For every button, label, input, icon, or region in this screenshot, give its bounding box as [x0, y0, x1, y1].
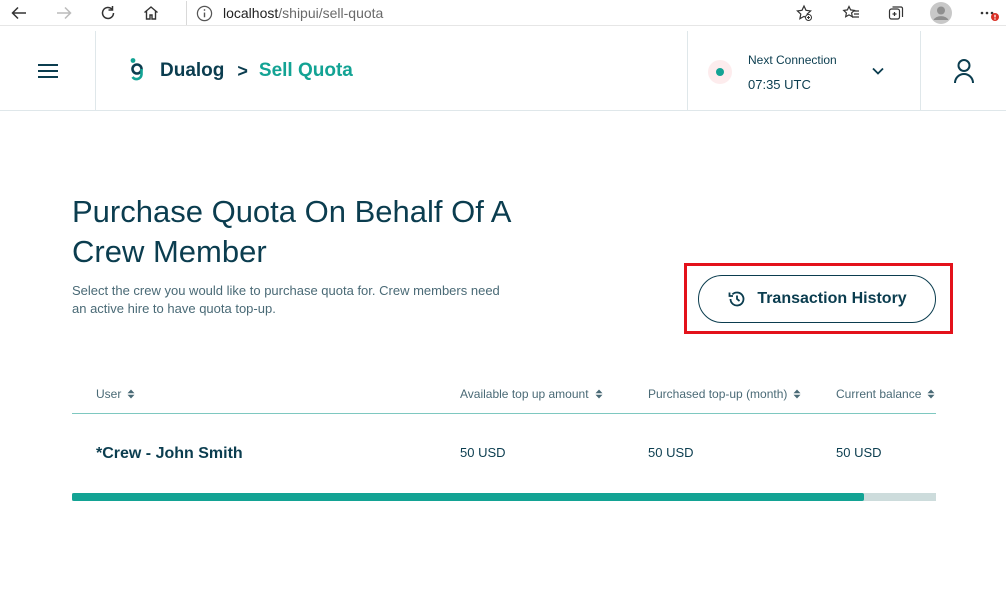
history-icon	[728, 291, 745, 307]
breadcrumb: Dualog > Sell Quota	[126, 57, 353, 85]
back-icon[interactable]	[8, 2, 30, 24]
column-header-available[interactable]: Available top up amount	[460, 387, 603, 401]
collections-icon[interactable]	[885, 2, 907, 24]
page-title: Purchase Quota On Behalf Of A Crew Membe…	[72, 194, 510, 269]
cell-balance: 50 USD	[836, 445, 882, 460]
connection-time: 07:35 UTC	[748, 77, 811, 92]
transaction-history-button[interactable]: Transaction History	[698, 275, 936, 323]
menu-button[interactable]	[0, 31, 96, 111]
sort-icon	[793, 389, 801, 399]
scrollbar-thumb[interactable]	[72, 493, 865, 501]
crew-table: User Available top up amount Purchased t…	[72, 376, 936, 494]
forward-icon[interactable]	[53, 2, 75, 24]
info-icon[interactable]	[195, 4, 213, 22]
column-label: Available top up amount	[460, 387, 589, 401]
add-favorite-icon[interactable]	[793, 2, 815, 24]
brand-link[interactable]: Dualog	[160, 60, 224, 82]
table-row[interactable]: *Crew - John Smith 50 USD 50 USD 50 USD	[72, 414, 936, 494]
column-header-balance[interactable]: Current balance	[836, 387, 935, 401]
app-header: Dualog > Sell Quota Next Connection 07:3…	[0, 31, 1006, 111]
hamburger-icon	[37, 64, 58, 78]
sort-icon	[927, 389, 935, 399]
favorites-icon[interactable]	[840, 2, 862, 24]
column-header-user[interactable]: User	[96, 387, 135, 401]
connection-dropdown[interactable]: Next Connection 07:35 UTC	[687, 31, 921, 111]
table-header: User Available top up amount Purchased t…	[72, 376, 936, 414]
profile-avatar[interactable]	[930, 2, 952, 24]
chevron-down-icon[interactable]	[870, 63, 886, 79]
transaction-history-label: Transaction History	[757, 290, 907, 307]
column-label: Current balance	[836, 387, 922, 401]
home-icon[interactable]	[140, 2, 162, 24]
cell-user: *Crew - John Smith	[96, 445, 243, 462]
address-bar[interactable]: localhost/shipui/sell-quota	[186, 1, 383, 25]
horizontal-scrollbar[interactable]	[72, 493, 936, 501]
url-text: localhost/shipui/sell-quota	[223, 5, 384, 21]
cell-available: 50 USD	[460, 445, 506, 460]
dualog-logo-icon	[130, 58, 143, 81]
cell-purchased: 50 USD	[648, 445, 694, 460]
page-description: Select the crew you would like to purcha…	[72, 283, 500, 316]
connection-label: Next Connection	[748, 53, 837, 67]
user-account-button[interactable]	[921, 31, 1006, 111]
browser-toolbar: localhost/shipui/sell-quota	[0, 0, 1006, 26]
column-label: Purchased top-up (month)	[648, 387, 788, 401]
more-options-icon[interactable]	[978, 2, 1000, 24]
sort-icon	[127, 389, 135, 399]
breadcrumb-separator: >	[237, 60, 248, 81]
column-header-purchased[interactable]: Purchased top-up (month)	[648, 387, 801, 401]
column-label: User	[96, 387, 122, 401]
connection-status-icon	[708, 60, 732, 84]
breadcrumb-current: Sell Quota	[258, 60, 353, 81]
refresh-icon[interactable]	[97, 2, 119, 24]
user-icon	[953, 59, 974, 84]
sort-icon	[595, 389, 603, 399]
